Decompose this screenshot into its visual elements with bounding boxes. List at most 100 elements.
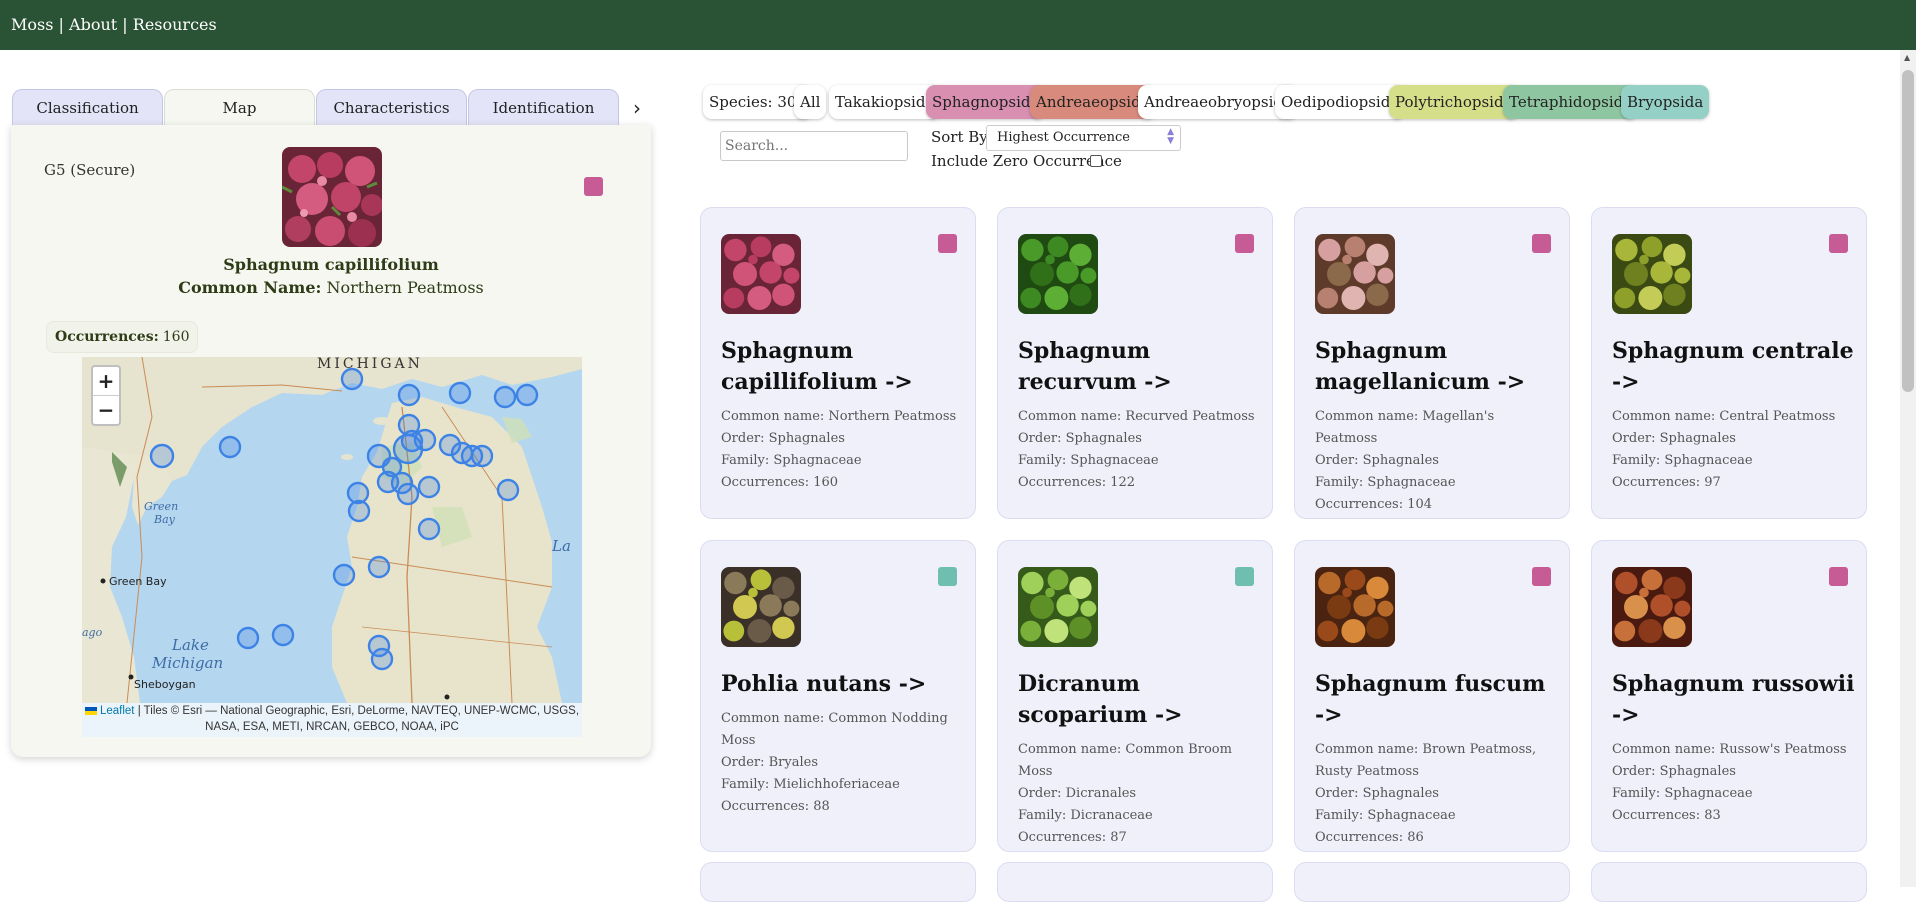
sort-select[interactable]: Highest Occurrence ▲ ▼ (986, 125, 1181, 151)
tab-characteristics[interactable]: Characteristics (316, 89, 467, 126)
leaflet-link[interactable]: Leaflet (100, 705, 135, 717)
species-card-title[interactable]: Sphagnum russowii -> (1612, 669, 1857, 731)
search-input[interactable] (720, 131, 908, 161)
scientific-name: Sphagnum capillifolium (223, 255, 439, 274)
species-card-partial[interactable] (1591, 862, 1867, 902)
species-card-order: Order: Sphagnales (1018, 431, 1142, 446)
map-label-lake-partial: La (551, 537, 571, 555)
species-card-common: Common name: Recurved Peatmoss (1018, 409, 1255, 424)
tiles-attribution-text: | Tiles © Esri — National Geographic, Es… (137, 705, 580, 733)
species-card-order: Order: Sphagnales (1612, 764, 1736, 779)
species-card-title[interactable]: Pohlia nutans -> (721, 669, 966, 700)
species-thumbnail (1315, 567, 1395, 647)
class-color-swatch (1532, 234, 1551, 253)
species-card-family: Family: Sphagnaceae (1315, 475, 1456, 490)
species-card-common: Common name: Brown Peatmoss, Rusty Peatm… (1315, 742, 1537, 779)
species-card-occ: Occurrences: 122 (1018, 475, 1136, 490)
species-card-common: Common name: Magellan's Peatmoss (1315, 409, 1495, 446)
species-thumbnail (1018, 567, 1098, 647)
species-card-details: Common name: Recurved Peatmoss Order: Sph… (1018, 406, 1263, 494)
tab-map[interactable]: Map (164, 89, 315, 126)
select-arrows-icon: ▲ ▼ (1167, 127, 1174, 146)
top-nav: Moss | About | Resources (11, 15, 217, 34)
species-card-title[interactable]: Sphagnum centrale -> (1612, 336, 1857, 398)
filter-chip-polytrichopsida[interactable]: Polytrichopsida (1389, 85, 1519, 119)
class-color-swatch (1235, 567, 1254, 586)
species-card[interactable]: Dicranum scoparium -> Common name: Common… (997, 540, 1273, 852)
map-label-green-bay-line-2: Bay (153, 513, 176, 526)
class-color-swatch (938, 234, 957, 253)
species-card-details: Common name: Northern Peatmoss Order: Sph… (721, 406, 966, 494)
species-card[interactable]: Sphagnum recurvum -> Common name: Recurve… (997, 207, 1273, 519)
map-attribution: Leaflet | Tiles © Esri — National Geogra… (82, 703, 582, 737)
scroll-up-arrow-icon[interactable]: ▲ (1904, 53, 1910, 62)
species-card[interactable]: Sphagnum magellanicum -> Common name: Mag… (1294, 207, 1570, 519)
filter-chip-all[interactable]: All (794, 85, 827, 119)
species-thumbnail (721, 567, 801, 647)
species-card-title[interactable]: Sphagnum recurvum -> (1018, 336, 1263, 398)
species-card-occ: Occurrences: 87 (1018, 830, 1127, 845)
filter-chip-takakiopsida[interactable]: Takakiopsida (829, 85, 941, 119)
species-card-title[interactable]: Sphagnum fuscum -> (1315, 669, 1560, 731)
nav-about-link[interactable]: About (69, 15, 117, 34)
sort-selected-value: Highest Occurrence (997, 130, 1130, 145)
filter-chip-oedipodiopsida[interactable]: Oedipodiopsida (1275, 85, 1406, 119)
tab-classification[interactable]: Classification (12, 89, 163, 126)
species-card[interactable]: Pohlia nutans -> Common name: Common Nodd… (700, 540, 976, 852)
map-label-lake-michigan-line-2: Michigan (151, 654, 223, 672)
species-card-occ: Occurrences: 88 (721, 799, 830, 814)
chevron-right-icon[interactable]: › (627, 96, 647, 120)
scrollbar[interactable]: ▲ (1900, 50, 1916, 887)
species-card-family: Family: Sphagnaceae (1612, 786, 1753, 801)
zoom-out-button[interactable]: − (93, 396, 119, 424)
species-card-title[interactable]: Dicranum scoparium -> (1018, 669, 1263, 731)
species-card-occ: Occurrences: 83 (1612, 808, 1721, 823)
scrollbar-thumb[interactable] (1902, 70, 1914, 392)
species-card-order: Order: Dicranales (1018, 786, 1137, 801)
species-card-common: Common name: Northern Peatmoss (721, 409, 957, 424)
species-card-details: Common name: Common Broom Moss Order: Dic… (1018, 739, 1263, 849)
map-label-sheboygan: Sheboygan (134, 678, 196, 691)
species-card-family: Family: Sphagnaceae (1018, 453, 1159, 468)
map-label-green-bay-line-1: Green (144, 500, 178, 513)
species-card-order: Order: Sphagnales (721, 431, 845, 446)
common-name-line: Common Name: Northern Peatmoss (11, 278, 651, 297)
nav-moss-link[interactable]: Moss (11, 15, 53, 34)
species-card-details: Common name: Central Peatmoss Order: Spha… (1612, 406, 1857, 494)
species-card-partial[interactable] (997, 862, 1273, 902)
tab-identification[interactable]: Identification (468, 89, 619, 126)
ukraine-flag-icon (84, 707, 97, 715)
species-card-partial[interactable] (1294, 862, 1570, 902)
species-card-order: Order: Sphagnales (1315, 453, 1439, 468)
species-card-details: Common name: Russow's Peatmoss Order: Sph… (1612, 739, 1857, 827)
zoom-in-button[interactable]: + (93, 367, 119, 396)
occurrence-map[interactable]: MICHIGAN Green Bay Green Bay ago Lake Mich… (82, 357, 582, 737)
species-card-partial[interactable] (700, 862, 976, 902)
class-color-swatch (1235, 234, 1254, 253)
filter-chip-andreaeopsida[interactable]: Andreaeopsida (1030, 85, 1156, 119)
species-card-title[interactable]: Sphagnum magellanicum -> (1315, 336, 1560, 398)
species-thumbnail (1018, 234, 1098, 314)
species-card[interactable]: Sphagnum fuscum -> Common name: Brown Pea… (1294, 540, 1570, 852)
species-card-common: Common name: Common Broom Moss (1018, 742, 1232, 779)
map-label-lake-michigan-line-1: Lake (171, 636, 209, 654)
species-card[interactable]: Sphagnum centrale -> Common name: Central… (1591, 207, 1867, 519)
species-photo (282, 147, 382, 247)
species-card-details: Common name: Common Nodding Moss Order: B… (721, 708, 966, 818)
class-color-swatch (938, 567, 957, 586)
species-thumbnail (1315, 234, 1395, 314)
top-nav-bar: Moss | About | Resources (0, 0, 1916, 50)
filter-chip-sphagnopsida[interactable]: Sphagnopsida (926, 85, 1046, 119)
filter-chip-tetraphidopsida[interactable]: Tetraphidopsida (1503, 85, 1639, 119)
filter-chip-andreaeobryopsida[interactable]: Andreaeobryopsida (1138, 85, 1298, 119)
species-card[interactable]: Sphagnum capillifolium -> Common name: No… (700, 207, 976, 519)
species-card[interactable]: Sphagnum russowii -> Common name: Russow'… (1591, 540, 1867, 852)
species-card-title[interactable]: Sphagnum capillifolium -> (721, 336, 966, 398)
nav-resources-link[interactable]: Resources (133, 15, 217, 34)
filter-chip-bryopsida[interactable]: Bryopsida (1621, 85, 1710, 119)
include-zero-checkbox[interactable] (1090, 155, 1102, 167)
species-card-occ: Occurrences: 86 (1315, 830, 1424, 845)
species-card-common: Common name: Central Peatmoss (1612, 409, 1836, 424)
nav-separator: | (122, 15, 128, 34)
species-card-occ: Occurrences: 160 (721, 475, 839, 490)
